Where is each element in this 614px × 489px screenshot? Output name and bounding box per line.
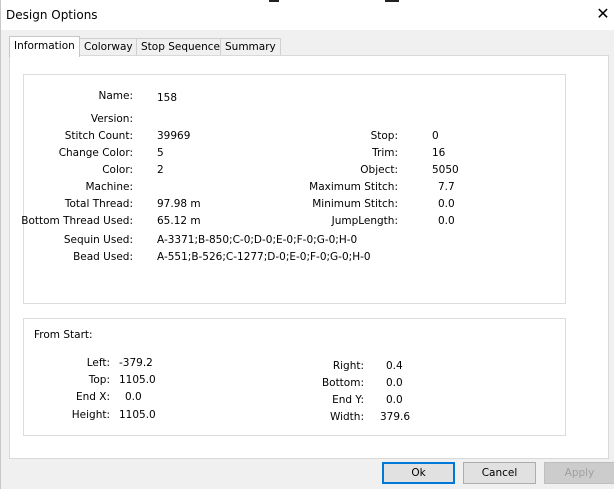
window-title: Design Options [6,8,98,22]
end-y-value: 0.0 [386,394,403,406]
tab-colorway[interactable]: Colorway [79,38,138,56]
bead-used-label: Bead Used: [73,251,133,263]
minimum-stitch-label: Minimum Stitch: [312,198,398,210]
jump-length-value: 0.0 [438,215,455,227]
bottom-label: Bottom: [321,377,364,389]
stitch-count-label: Stitch Count: [64,130,133,142]
trim-label: Trim: [372,147,398,159]
cancel-button[interactable]: Cancel [463,462,536,484]
maximum-stitch-value: 7.7 [438,181,455,193]
bottom-thread-used-label: Bottom Thread Used: [21,215,133,227]
stitch-count-value: 39969 [157,130,191,142]
change-color-label: Change Color: [58,147,133,159]
apply-button[interactable]: Apply [544,462,614,484]
top-value: 1105.0 [119,374,156,386]
close-icon[interactable]: ✕ [595,5,611,23]
ok-button[interactable]: Ok [382,462,455,484]
change-color-value: 5 [157,147,164,159]
design-options-dialog: Design Options ✕ Information Colorway St… [0,0,614,489]
height-label: Height: [71,409,110,421]
bead-used-value: A-551;B-526;C-1277;D-0;E-0;F-0;G-0;H-0 [157,251,371,263]
maximum-stitch-label: Maximum Stitch: [309,181,398,193]
version-label: Version: [90,113,133,125]
tab-stop-sequence[interactable]: Stop Sequence [136,38,226,56]
sequin-used-value: A-3371;B-850;C-0;D-0;E-0;F-0;G-0;H-0 [157,234,358,246]
bottom-value: 0.0 [386,377,403,389]
color-label: Color: [102,164,133,176]
object-value: 5050 [432,164,459,176]
tab-summary[interactable]: Summary [220,38,281,56]
minimum-stitch-value: 0.0 [438,198,455,210]
trim-value: 16 [432,147,446,159]
total-thread-label: Total Thread: [64,198,133,210]
left-value: -379.2 [119,357,153,369]
stop-label: Stop: [370,130,398,142]
height-value: 1105.0 [119,409,156,421]
end-x-label: End X: [75,391,110,403]
sequin-used-label: Sequin Used: [63,234,133,246]
jump-length-label: JumpLength: [331,215,398,227]
stop-value: 0 [432,130,439,142]
name-label: Name: [98,90,133,102]
from-start-heading: From Start: [34,329,93,341]
object-label: Object: [360,164,398,176]
machine-label: Machine: [85,181,134,193]
bottom-thread-used-value: 65.12 m [157,215,201,227]
top-label: Top: [88,374,110,386]
left-label: Left: [86,357,110,369]
end-x-value: 0.0 [125,391,142,403]
width-label: Width: [329,411,364,423]
title-bar: Design Options ✕ [1,0,614,30]
width-value: 379.6 [380,411,411,423]
color-value: 2 [157,164,164,176]
window-edge-mark [269,0,279,2]
right-label: Right: [332,360,364,372]
end-y-label: End Y: [332,394,364,406]
window-edge-mark [385,0,399,2]
right-value: 0.4 [386,360,403,372]
total-thread-value: 97.98 m [157,198,201,210]
name-value: 158 [157,92,178,104]
tab-information[interactable]: Information [9,36,80,57]
